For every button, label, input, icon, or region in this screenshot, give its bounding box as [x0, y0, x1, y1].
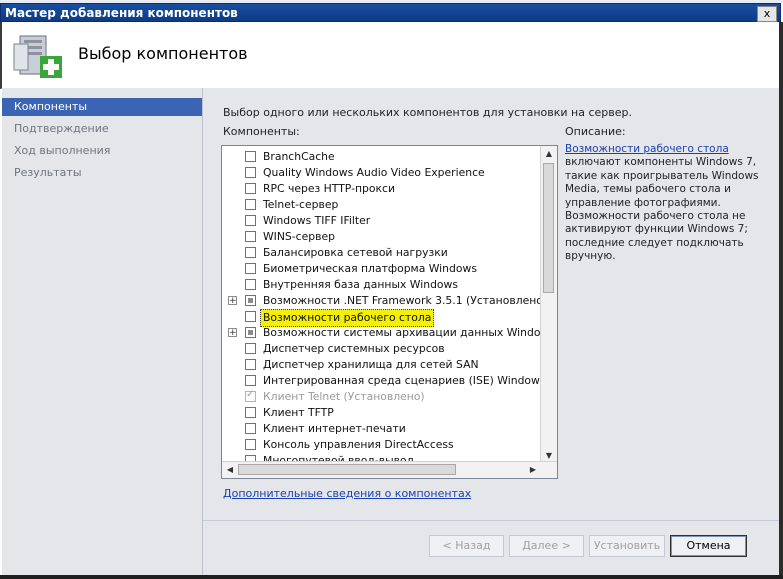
- more-info-link[interactable]: Дополнительные сведения о компонентах: [223, 487, 471, 500]
- component-row[interactable]: Клиент TFTP: [222, 405, 542, 421]
- component-label: Windows TIFF IFilter: [263, 214, 371, 227]
- component-checkbox[interactable]: [245, 295, 256, 306]
- window-title: Мастер добавления компонентов: [5, 6, 238, 20]
- wizard-steps: Компоненты Подтверждение Ход выполнения …: [2, 88, 202, 575]
- component-checkbox[interactable]: [245, 407, 256, 418]
- components-label: Компоненты:: [223, 125, 300, 138]
- component-label: BranchCache: [263, 150, 335, 163]
- description-link[interactable]: Возможности рабочего стола: [565, 143, 729, 155]
- component-checkbox[interactable]: [245, 167, 256, 178]
- component-label: Клиент интернет-печати: [263, 422, 406, 435]
- components-list[interactable]: BranchCache Quality Windows Audio Video E…: [221, 145, 558, 479]
- component-row[interactable]: RPC через HTTP-прокси: [222, 181, 542, 197]
- vertical-scroll-thumb[interactable]: [543, 163, 554, 293]
- component-row[interactable]: Интегрированная среда сценариев (ISE) Wi…: [222, 373, 557, 389]
- component-checkbox[interactable]: [245, 423, 256, 434]
- component-label: Клиент TFTP: [263, 406, 334, 419]
- component-checkbox[interactable]: [245, 151, 256, 162]
- component-checkbox[interactable]: [245, 215, 256, 226]
- expand-icon[interactable]: +: [228, 328, 237, 338]
- component-label: Возможности системы архивации данных Win…: [263, 326, 558, 339]
- component-label: Внутренняя база данных Windows: [263, 278, 458, 291]
- main-panel: Выбор одного или нескольких компонентов …: [202, 88, 782, 575]
- taskbar-strip: [0, 575, 783, 579]
- component-checkbox: [245, 389, 256, 402]
- component-row[interactable]: WINS-сервер: [222, 229, 542, 245]
- component-checkbox[interactable]: [245, 247, 256, 258]
- component-label: RPC через HTTP-прокси: [263, 182, 395, 195]
- cancel-button[interactable]: Отмена: [670, 535, 747, 557]
- component-checkbox[interactable]: [245, 263, 256, 274]
- component-label: Диспетчер хранилища для сетей SAN: [263, 358, 479, 371]
- step-progress: Ход выполнения: [14, 144, 111, 157]
- description-text: Возможности рабочего стола включают комп…: [565, 143, 765, 264]
- component-label: Консоль управления DirectAccess: [263, 438, 454, 451]
- component-row[interactable]: Quality Windows Audio Video Experience: [222, 165, 542, 181]
- install-button[interactable]: Установить: [589, 535, 665, 557]
- description-label: Описание:: [565, 125, 626, 138]
- component-row[interactable]: Клиент Telnet (Установлено): [222, 389, 542, 405]
- component-row[interactable]: Telnet-сервер: [222, 197, 542, 213]
- scroll-up-icon[interactable]: ▲: [542, 147, 556, 161]
- component-row[interactable]: Внутренняя база данных Windows: [222, 277, 542, 293]
- component-label: Возможности .NET Framework 3.5.1 (Устано…: [263, 294, 548, 307]
- component-label: Балансировка сетевой нагрузки: [263, 246, 448, 259]
- component-label: Клиент Telnet (Установлено): [263, 390, 425, 403]
- step-results: Результаты: [14, 166, 82, 179]
- component-row[interactable]: Возможности рабочего стола: [222, 309, 542, 327]
- step-confirmation: Подтверждение: [14, 122, 109, 135]
- description-body: включают компоненты Windows 7, такие как…: [565, 156, 759, 263]
- component-row[interactable]: BranchCache: [222, 149, 542, 165]
- component-checkbox[interactable]: [245, 231, 256, 242]
- horizontal-scroll-thumb[interactable]: [238, 464, 456, 475]
- divider: [203, 520, 782, 521]
- component-checkbox[interactable]: [245, 343, 256, 354]
- component-row[interactable]: Консоль управления DirectAccess: [222, 437, 542, 453]
- component-label: Интегрированная среда сценариев (ISE) Wi…: [263, 374, 558, 387]
- component-row[interactable]: Диспетчер системных ресурсов: [222, 341, 542, 357]
- scroll-right-icon[interactable]: ▶: [526, 463, 540, 477]
- component-checkbox[interactable]: [245, 439, 256, 450]
- intro-text: Выбор одного или нескольких компонентов …: [223, 106, 632, 119]
- component-row[interactable]: Клиент интернет-печати: [222, 421, 542, 437]
- component-checkbox[interactable]: [245, 375, 256, 386]
- wizard-header: Выбор компонентов: [0, 22, 781, 89]
- component-label: Биометрическая платформа Windows: [263, 262, 477, 275]
- component-row[interactable]: Биометрическая платформа Windows: [222, 261, 542, 277]
- scroll-left-icon[interactable]: ◀: [223, 463, 237, 477]
- component-checkbox[interactable]: [245, 279, 256, 290]
- title-bar[interactable]: Мастер добавления компонентов x: [0, 3, 781, 22]
- component-checkbox[interactable]: [245, 359, 256, 370]
- component-label: Диспетчер системных ресурсов: [263, 342, 445, 355]
- horizontal-scrollbar[interactable]: ◀ ▶: [222, 461, 557, 478]
- component-checkbox[interactable]: [245, 199, 256, 210]
- close-icon: x: [763, 7, 771, 20]
- component-label: Telnet-сервер: [263, 198, 339, 211]
- component-row[interactable]: Windows TIFF IFilter: [222, 213, 542, 229]
- component-checkbox[interactable]: [245, 327, 256, 338]
- window-edge: [779, 22, 783, 575]
- component-row[interactable]: + Возможности .NET Framework 3.5.1 (Устан…: [222, 293, 547, 309]
- component-checkbox[interactable]: [245, 183, 256, 194]
- vertical-scrollbar[interactable]: ▲ ▼: [540, 146, 557, 464]
- component-checkbox[interactable]: [245, 311, 256, 322]
- component-row[interactable]: Балансировка сетевой нагрузки: [222, 245, 542, 261]
- component-label: WINS-сервер: [263, 230, 335, 243]
- page-title: Выбор компонентов: [78, 44, 248, 63]
- expand-icon[interactable]: +: [228, 296, 237, 306]
- next-button[interactable]: Далее >: [509, 535, 584, 557]
- back-button[interactable]: < Назад: [429, 535, 504, 557]
- component-label: Quality Windows Audio Video Experience: [263, 166, 485, 179]
- close-button[interactable]: x: [757, 6, 777, 22]
- step-components[interactable]: Компоненты: [2, 98, 202, 116]
- component-row[interactable]: + Возможности системы архивации данных Wi…: [222, 325, 557, 341]
- server-add-icon: [13, 35, 62, 78]
- component-row[interactable]: Диспетчер хранилища для сетей SAN: [222, 357, 542, 373]
